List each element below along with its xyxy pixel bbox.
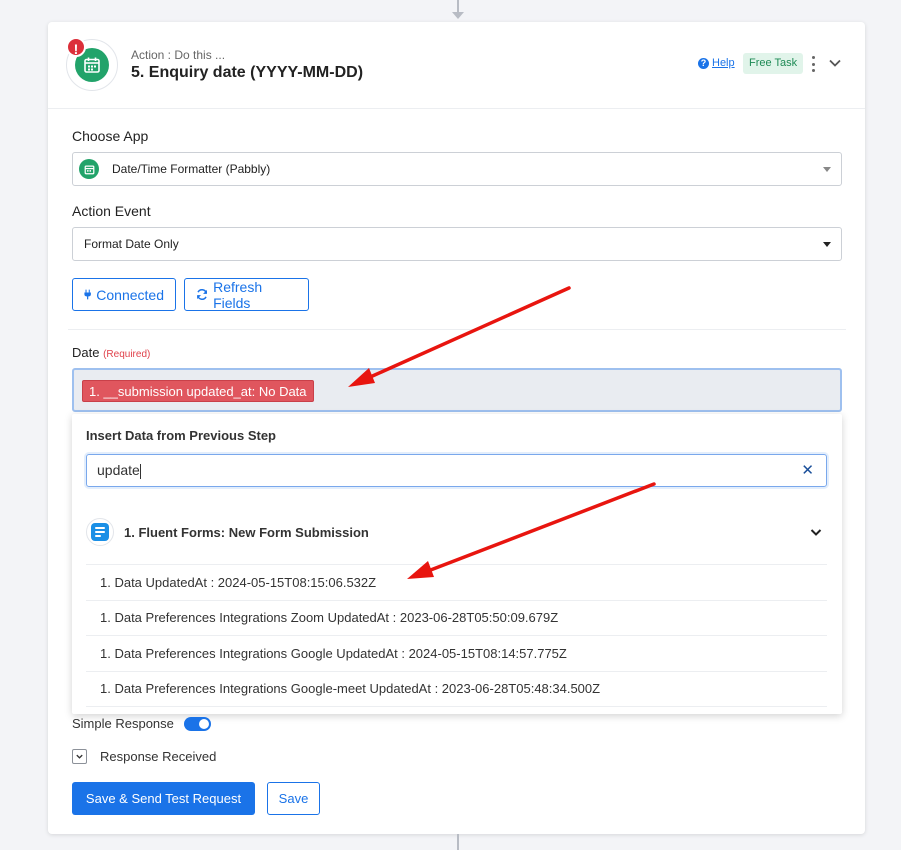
data-items-list: 1. Data UpdatedAt : 2024-05-15T08:15:06.… bbox=[86, 564, 827, 707]
insert-data-dropdown: Insert Data from Previous Step update ✕ … bbox=[72, 414, 842, 714]
save-button[interactable]: Save bbox=[267, 782, 320, 815]
date-field-label: Date (Required) bbox=[72, 345, 150, 360]
simple-response-toggle[interactable] bbox=[183, 716, 211, 731]
refresh-fields-button[interactable]: Refresh Fields bbox=[184, 278, 309, 311]
action-event-select[interactable]: Format Date Only bbox=[72, 227, 842, 261]
action-step-card: ! Action : Do this ... 5. Enquiry date (… bbox=[48, 22, 865, 834]
save-and-send-test-button[interactable]: Save & Send Test Request bbox=[72, 782, 255, 815]
data-item[interactable]: 1. Data UpdatedAt : 2024-05-15T08:15:06.… bbox=[86, 565, 827, 601]
free-task-badge: Free Task bbox=[743, 53, 804, 74]
refresh-icon bbox=[197, 288, 207, 301]
chevron-down-icon bbox=[76, 754, 83, 759]
help-label: Help bbox=[712, 57, 735, 69]
help-icon: ? bbox=[698, 57, 709, 69]
choose-app-value: Date/Time Formatter (Pabbly) bbox=[112, 162, 271, 176]
data-group-header[interactable]: 1. Fluent Forms: New Form Submission bbox=[86, 514, 827, 550]
flow-connector-bottom bbox=[457, 834, 459, 850]
clear-search-icon[interactable]: ✕ bbox=[801, 455, 814, 486]
response-received-row[interactable]: Response Received bbox=[72, 749, 216, 764]
alert-icon: ! bbox=[66, 37, 86, 57]
refresh-fields-label: Refresh Fields bbox=[213, 278, 263, 311]
plug-icon bbox=[84, 289, 91, 300]
simple-response-label: Simple Response bbox=[72, 716, 174, 731]
flow-connector-arrow-icon bbox=[452, 12, 464, 19]
section-divider bbox=[68, 329, 846, 330]
collapse-chevron-icon[interactable] bbox=[828, 56, 842, 75]
data-item[interactable]: 1. Data Preferences Integrations Zoom Up… bbox=[86, 601, 827, 636]
caret-down-icon bbox=[823, 167, 831, 172]
data-item[interactable]: 1. Data Preferences Integrations Google … bbox=[86, 636, 827, 672]
fluent-forms-icon bbox=[86, 518, 114, 546]
data-group-label: 1. Fluent Forms: New Form Submission bbox=[124, 524, 369, 540]
date-label-text: Date bbox=[72, 345, 100, 360]
action-event-label: Action Event bbox=[72, 203, 151, 219]
response-received-label: Response Received bbox=[100, 749, 217, 764]
search-value: update bbox=[97, 462, 140, 478]
response-received-checkbox[interactable] bbox=[72, 749, 87, 764]
chevron-down-icon[interactable] bbox=[809, 525, 823, 544]
help-link[interactable]: ? Help bbox=[698, 57, 735, 69]
action-label: Action : Do this ... bbox=[131, 48, 226, 62]
required-marker: (Required) bbox=[103, 349, 151, 360]
action-event-value: Format Date Only bbox=[84, 237, 179, 251]
mapped-field-chip[interactable]: 1. __submission updated_at: No Data bbox=[82, 380, 314, 402]
connected-label: Connected bbox=[96, 286, 164, 303]
choose-app-select[interactable]: Date/Time Formatter (Pabbly) bbox=[72, 152, 842, 186]
insert-data-title: Insert Data from Previous Step bbox=[86, 428, 276, 443]
date-input[interactable]: 1. __submission updated_at: No Data bbox=[72, 368, 842, 412]
simple-response-row: Simple Response bbox=[72, 716, 211, 731]
caret-down-icon bbox=[823, 242, 831, 247]
connected-button[interactable]: Connected bbox=[72, 278, 176, 311]
data-item[interactable]: 1. Data Preferences Integrations Google-… bbox=[86, 672, 827, 707]
step-title: 5. Enquiry date (YYYY-MM-DD) bbox=[131, 64, 364, 81]
step-header[interactable]: ! Action : Do this ... 5. Enquiry date (… bbox=[48, 22, 865, 109]
search-input[interactable]: update ✕ bbox=[86, 454, 827, 487]
calendar-icon bbox=[79, 159, 99, 179]
choose-app-label: Choose App bbox=[72, 128, 149, 144]
more-options-icon[interactable] bbox=[810, 56, 816, 72]
